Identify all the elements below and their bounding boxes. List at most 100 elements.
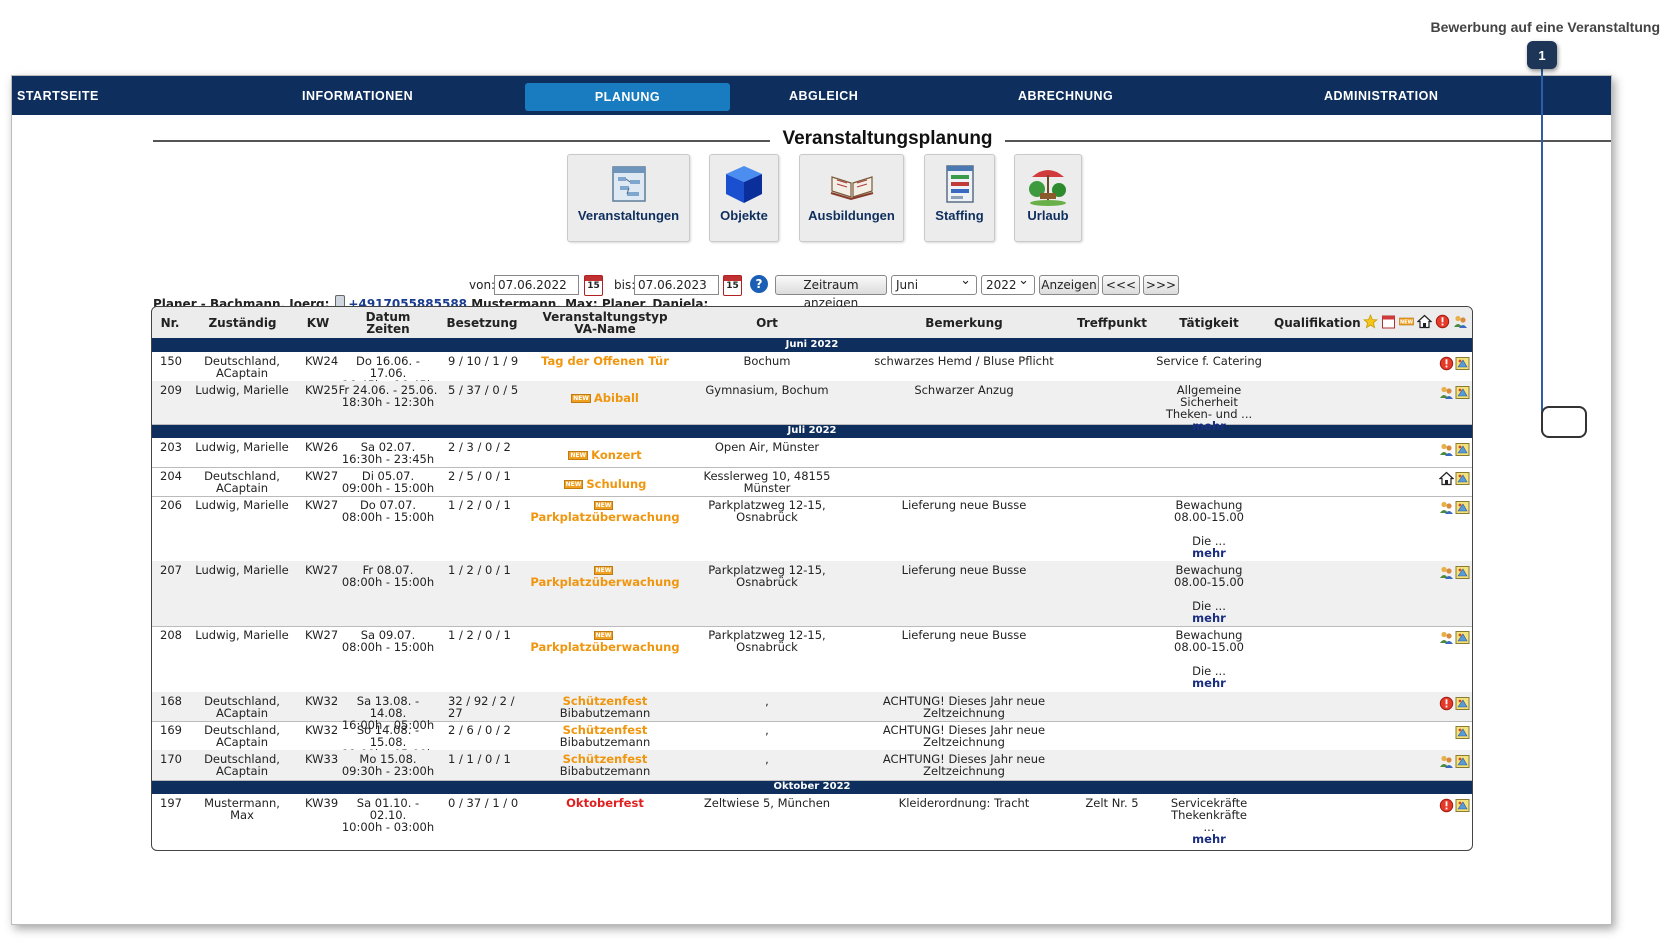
table-row[interactable]: 203 Ludwig, Marielle KW26 Sa 02.07. 16:30h -… — [152, 438, 1472, 468]
cell-zustaendig: Ludwig, Marielle — [195, 563, 289, 577]
cell-datum: Sa 01.10. - 02.10. 10:00h - 03:00h — [341, 796, 435, 834]
month-select[interactable]: Juni — [891, 272, 977, 295]
cell-besetzung: 0 / 37 / 1 / 0 — [448, 796, 519, 810]
new-icon: NEW — [593, 631, 614, 640]
zeitraum-anzeigen-button[interactable]: Zeitraum anzeigen — [775, 275, 887, 310]
tile-objekte[interactable]: Objekte — [709, 154, 779, 242]
cell-kw: KW26 — [305, 440, 339, 454]
mehr-link[interactable]: mehr — [1192, 546, 1226, 560]
event-name-link[interactable]: Konzert — [591, 448, 641, 462]
cell-zustaendig: Deutschland, ACaptain — [204, 723, 280, 749]
von-calendar-icon[interactable]: 15 — [584, 275, 603, 296]
bis-calendar-icon[interactable]: 15 — [723, 275, 742, 296]
cell-bemerkung: schwarzes Hemd / Bluse Pflicht — [874, 354, 1054, 368]
cell-bemerkung: Lieferung neue Busse — [901, 498, 1027, 512]
event-name-link[interactable]: Tag der Offenen Tür — [541, 354, 669, 368]
cell-kw: KW25 — [305, 383, 339, 397]
anzeigen-button[interactable]: Anzeigen — [1039, 275, 1099, 295]
mehr-link[interactable]: mehr — [1192, 419, 1226, 433]
house-icon[interactable] — [1438, 471, 1455, 486]
warning-icon[interactable] — [1435, 314, 1450, 329]
people-icon[interactable] — [1439, 630, 1454, 645]
bis-date-input[interactable]: 07.06.2023 — [634, 275, 719, 295]
cell-zustaendig: Ludwig, Marielle — [195, 383, 289, 397]
warning-icon[interactable] — [1439, 356, 1454, 371]
table-row[interactable]: 204 Deutschland, ACaptain KW27 Di 05.07. 09:… — [152, 467, 1472, 497]
apply-icon[interactable] — [1455, 630, 1470, 645]
new-icon[interactable]: NEW — [1399, 314, 1414, 329]
vacation-icon — [1029, 170, 1066, 206]
people-icon[interactable] — [1439, 565, 1454, 580]
event-name-link[interactable]: Parkplatzüberwachung — [530, 510, 679, 524]
von-date-input[interactable]: 07.06.2022 — [494, 275, 579, 295]
table-row[interactable]: 169 Deutschland, ACaptain KW32 So 14.08. - … — [152, 721, 1472, 760]
house-icon[interactable] — [1416, 314, 1433, 329]
tile-urlaub[interactable]: Urlaub — [1014, 154, 1082, 242]
nav-informationen[interactable]: INFORMATIONEN — [302, 76, 413, 115]
new-icon: NEW — [571, 394, 591, 403]
mehr-link[interactable]: mehr — [1192, 611, 1226, 625]
apply-icon[interactable] — [1455, 471, 1470, 486]
page-heading: Veranstaltungsplanung — [153, 126, 1611, 156]
event-name-link[interactable]: Abiball — [594, 391, 639, 405]
page-title: Veranstaltungsplanung — [770, 128, 1005, 149]
event-name-link[interactable]: Schulung — [586, 477, 646, 491]
year-select[interactable]: 2022 — [981, 272, 1035, 295]
people-icon[interactable] — [1453, 314, 1468, 329]
apply-icon[interactable] — [1455, 696, 1470, 711]
tile-label: Veranstaltungen — [577, 208, 680, 223]
mehr-link[interactable]: mehr — [1192, 676, 1226, 690]
table-row[interactable]: 170 Deutschland, ACaptain KW33 Mo 15.08. 09:… — [152, 750, 1472, 781]
apply-icon[interactable] — [1455, 385, 1470, 400]
nav-administration[interactable]: ADMINISTRATION — [1324, 76, 1438, 115]
cell-datum: Fr 24.06. - 25.06. 18:30h - 12:30h — [338, 383, 438, 409]
table-row[interactable]: 207 Ludwig, Marielle KW27 Fr 08.07. 08:00h -… — [152, 561, 1472, 627]
mehr-link[interactable]: mehr — [1192, 832, 1226, 846]
warning-icon[interactable] — [1439, 696, 1454, 711]
star-icon[interactable] — [1362, 313, 1379, 329]
event-name-link[interactable]: Parkplatzüberwachung — [530, 640, 679, 654]
tile-veranstaltungen[interactable]: Veranstaltungen — [567, 154, 690, 242]
event-name-link[interactable]: Oktoberfest — [566, 796, 644, 810]
previous-button[interactable]: <<< — [1102, 275, 1140, 295]
people-icon[interactable] — [1439, 754, 1454, 769]
tile-staffing[interactable]: Staffing — [924, 154, 995, 242]
table-row[interactable]: 206 Ludwig, Marielle KW27 Do 07.07. 08:00h -… — [152, 496, 1472, 562]
event-name-link[interactable]: Parkplatzüberwachung — [530, 575, 679, 589]
cell-veranstaltung: Tag der Offenen Tür — [530, 355, 680, 367]
help-icon[interactable]: ? — [750, 275, 768, 293]
apply-icon[interactable] — [1455, 442, 1470, 457]
people-icon[interactable] — [1439, 385, 1454, 400]
table-row[interactable]: 209 Ludwig, Marielle KW25 Fr 24.06. - 25.06… — [152, 381, 1472, 432]
app-window: STARTSEITE INFORMATIONEN PLANUNG ABGLEIC… — [11, 75, 1612, 925]
people-icon[interactable] — [1439, 442, 1454, 457]
apply-icon[interactable] — [1455, 565, 1470, 580]
tile-ausbildungen[interactable]: Ausbildungen — [799, 154, 904, 242]
nav-planung[interactable]: PLANUNG — [525, 83, 730, 111]
cell-veranstaltung: Oktoberfest — [530, 797, 680, 809]
table-row[interactable]: 168 Deutschland, ACaptain KW32 Sa 13.08. - … — [152, 692, 1472, 731]
next-button[interactable]: >>> — [1143, 275, 1179, 295]
people-icon[interactable] — [1439, 500, 1454, 515]
apply-icon[interactable] — [1455, 754, 1470, 769]
warning-icon[interactable] — [1439, 798, 1454, 813]
nav-abrechnung[interactable]: ABRECHNUNG — [1018, 76, 1113, 115]
col-besetzung: Besetzung — [446, 316, 518, 330]
apply-icon[interactable] — [1455, 500, 1470, 515]
cell-kw: KW27 — [305, 563, 339, 577]
table-row[interactable]: 208 Ludwig, Marielle KW27 Sa 09.07. 08:00h -… — [152, 626, 1472, 693]
table-row[interactable]: 150 Deutschland, ACaptain KW24 Do 16.06. - … — [152, 352, 1472, 391]
calendar-icon[interactable] — [1381, 314, 1396, 329]
apply-icon[interactable] — [1455, 356, 1470, 371]
table-row[interactable]: 197 Mustermann, Max KW39 Sa 01.10. - 02.10.… — [152, 794, 1472, 850]
row-action-icons — [1455, 725, 1470, 740]
apply-icon[interactable] — [1455, 798, 1470, 813]
nav-startseite[interactable]: STARTSEITE — [17, 76, 99, 115]
cell-nr: 169 — [160, 723, 182, 737]
nav-abgleich[interactable]: ABGLEICH — [789, 76, 858, 115]
apply-icon[interactable] — [1455, 725, 1470, 740]
cell-veranstaltung: NEW Parkplatzüberwachung — [530, 499, 680, 523]
cell-besetzung: 2 / 6 / 0 / 2 — [448, 723, 511, 737]
cell-kw: KW27 — [305, 498, 339, 512]
cell-datum: Mo 15.08. 09:30h - 23:00h — [341, 752, 435, 778]
